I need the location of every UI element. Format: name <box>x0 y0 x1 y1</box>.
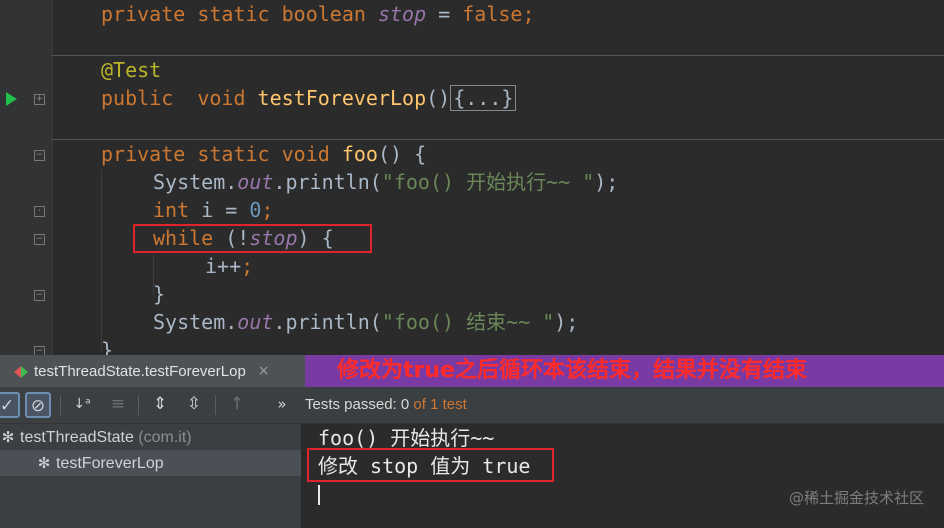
fold-collapse-icon[interactable]: − <box>34 150 45 161</box>
fold-end-icon[interactable]: − <box>34 290 45 301</box>
code-line-print-start: System.out.println("foo() 开始执行~~ "); <box>153 170 619 194</box>
collapse-all-icon[interactable]: ⇳ <box>181 392 207 418</box>
run-test-icon[interactable] <box>6 92 17 106</box>
toolbar-divider <box>215 395 216 415</box>
code-editor[interactable]: + − − − · − private static boolean stop … <box>0 0 944 355</box>
running-spinner-icon: ✻ <box>1 428 15 446</box>
indent-guide <box>101 170 102 350</box>
console-line: 修改 stop 值为 true <box>318 454 531 478</box>
code-line-test-method: public void testForeverLop() {...} <box>101 84 517 112</box>
toolbar-divider <box>60 395 61 415</box>
code-line-int-decl: int i = 0; <box>153 198 274 222</box>
run-tab[interactable]: testThreadState.testForeverLop × <box>0 355 305 389</box>
sort-by-duration-icon[interactable]: ≡ <box>105 392 131 418</box>
fold-end-icon[interactable]: − <box>34 346 45 355</box>
toolbar-divider <box>138 395 139 415</box>
annotation-banner: 修改为true之后循环本该结束，结果并没有结束 <box>305 355 944 387</box>
code-line-print-end: System.out.println("foo() 结束~~ "); <box>153 310 579 334</box>
more-chevron-icon[interactable]: » <box>274 392 290 418</box>
method-separator <box>52 55 944 56</box>
expand-all-icon[interactable]: ⇕ <box>147 392 173 418</box>
editor-gutter <box>0 0 53 355</box>
test-status: Tests passed: 0 of 1 test <box>305 396 467 413</box>
test-tree: ✻ testThreadState (com.it) ✻ testForeverLo… <box>0 424 302 528</box>
folded-block[interactable]: {...} <box>450 85 517 111</box>
sort-alphabetically-icon[interactable]: ↓ᵃ <box>69 392 95 418</box>
fold-marker-icon: · <box>34 206 45 217</box>
close-icon[interactable]: × <box>258 363 270 379</box>
code-line-close-method: } <box>101 338 114 355</box>
code-line-increment: i++; <box>205 254 254 278</box>
console-output[interactable]: foo() 开始执行~~ 修改 stop 值为 true @稀土掘金技术社区 <box>302 424 944 528</box>
tree-item-method[interactable]: ✻ testForeverLop <box>0 450 301 476</box>
watermark: @稀土掘金技术社区 <box>788 489 924 507</box>
show-passed-icon[interactable]: ✓ <box>0 392 20 418</box>
code-line-foo-decl: private static void foo() { <box>101 142 427 166</box>
text-cursor <box>318 485 320 505</box>
code-line-field: private static boolean stop = false; <box>101 2 535 26</box>
code-line-while: while (!stop) { <box>153 226 334 250</box>
fold-collapse-icon[interactable]: − <box>34 234 45 245</box>
run-tab-label: testThreadState.testForeverLop <box>34 362 246 380</box>
test-toolbar: ✓ ⊘ ↓ᵃ ≡ ⇕ ⇳ ↑ » Tests passed: 0 of 1 te… <box>0 387 944 424</box>
tree-item-class[interactable]: ✻ testThreadState (com.it) <box>0 424 301 450</box>
fold-expand-icon[interactable]: + <box>34 94 45 105</box>
running-spinner-icon: ✻ <box>37 454 51 472</box>
test-run-icon <box>14 364 28 378</box>
code-line-close-while: } <box>153 282 166 306</box>
code-line-annotation: @Test <box>101 58 162 82</box>
show-ignored-icon[interactable]: ⊘ <box>25 392 51 418</box>
run-tool-window-header: testThreadState.testForeverLop × 修改为true… <box>0 355 944 389</box>
previous-failed-icon[interactable]: ↑ <box>224 392 250 418</box>
